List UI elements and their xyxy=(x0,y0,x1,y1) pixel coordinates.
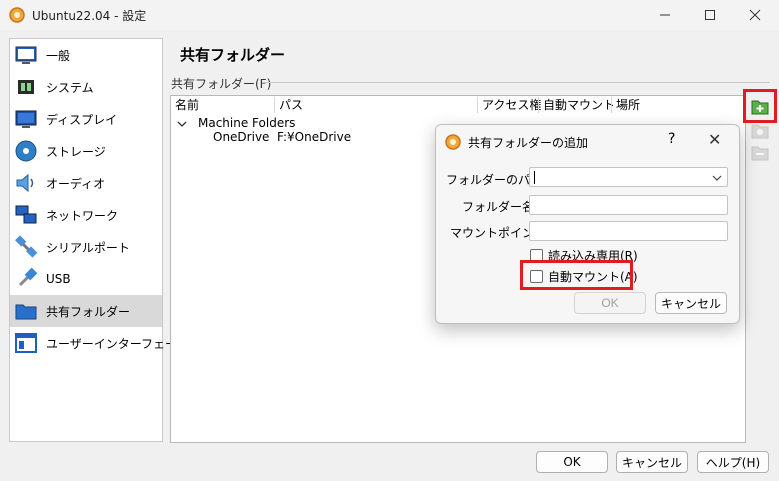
dialog-cancel-button[interactable]: キャンセル xyxy=(655,292,727,314)
folder-path-input[interactable] xyxy=(530,168,727,186)
help-button[interactable]: ヘルプ(H) xyxy=(697,451,769,473)
virtualbox-gear-icon xyxy=(445,134,461,150)
system-chip-icon xyxy=(18,80,34,94)
help-icon[interactable]: ? xyxy=(668,131,675,147)
serial-port-icon xyxy=(15,235,38,258)
remove-shared-folder-icon[interactable] xyxy=(750,142,770,162)
storage-disc-icon xyxy=(15,140,37,162)
close-icon xyxy=(749,9,761,21)
folder-path-combobox[interactable] xyxy=(529,167,728,187)
sidebar-item-serial-port[interactable]: シリアルポート xyxy=(10,231,162,263)
folder-name-input[interactable] xyxy=(530,196,727,214)
sidebar-item-label: USB xyxy=(46,272,71,286)
maximize-icon xyxy=(705,10,715,20)
sidebar-item-label: 共有フォルダー xyxy=(46,304,131,319)
network-icon xyxy=(15,205,37,224)
sidebar-item-display[interactable]: ディスプレイ xyxy=(10,103,162,135)
column-header-automount[interactable]: 自動マウント xyxy=(539,96,615,114)
folder-name-field[interactable] xyxy=(529,195,728,215)
tree-group-machine-folders[interactable]: Machine Folders xyxy=(198,116,295,130)
maximize-button[interactable] xyxy=(690,0,730,30)
shared-folder-icon xyxy=(15,304,37,320)
sidebar-item-label: 一般 xyxy=(46,48,71,63)
settings-sidebar: 一般 システム ディスプレイ ストレージ オーディオ ネットワーク シリアルポー… xyxy=(9,38,188,442)
highlight-automount xyxy=(520,260,633,290)
user-interface-icon xyxy=(15,333,37,353)
edit-shared-folder-icon[interactable] xyxy=(750,120,770,140)
sidebar-item-label: システム xyxy=(46,80,94,95)
sidebar-item-user-interface[interactable]: ユーザーインターフェース xyxy=(10,327,188,359)
group-divider xyxy=(262,82,770,83)
sidebar-item-label: シリアルポート xyxy=(46,240,130,255)
cancel-button[interactable]: キャンセル xyxy=(616,451,688,473)
column-header-name[interactable]: 名前 xyxy=(171,96,199,114)
ok-button[interactable]: OK xyxy=(536,451,608,473)
sidebar-item-system[interactable]: システム xyxy=(10,71,162,103)
mount-point-field[interactable] xyxy=(529,221,728,241)
sidebar-item-usb[interactable]: USB xyxy=(10,263,162,295)
text-cursor xyxy=(534,171,535,184)
highlight-add-folder xyxy=(743,89,777,123)
title-bar: Ubuntu22.04 - 設定 xyxy=(0,0,779,30)
minimize-icon xyxy=(660,14,670,16)
column-header-path[interactable]: パス xyxy=(275,96,303,114)
column-header-location[interactable]: 場所 xyxy=(612,96,640,114)
dialog-ok-button[interactable]: OK xyxy=(574,292,646,314)
window-title: Ubuntu22.04 - 設定 xyxy=(32,9,147,23)
display-monitor-icon xyxy=(15,110,37,128)
row-name: OneDrive xyxy=(213,130,270,144)
chevron-down-icon[interactable] xyxy=(711,172,723,184)
sidebar-item-label: ストレージ xyxy=(46,144,106,159)
close-icon[interactable]: ✕ xyxy=(708,130,721,149)
add-shared-folder-dialog: 共有フォルダーの追加 ? ✕ フォルダーのパス: フォルダー名: マウントポイン… xyxy=(435,124,740,324)
sidebar-item-general[interactable]: 一般 xyxy=(10,39,162,71)
sidebar-item-label: ネットワーク xyxy=(46,208,119,223)
sidebar-item-label: ディスプレイ xyxy=(46,112,118,127)
general-monitor-icon xyxy=(15,46,37,64)
sidebar-item-network[interactable]: ネットワーク xyxy=(10,199,162,231)
mount-point-input[interactable] xyxy=(530,222,727,240)
folder-name-label: フォルダー名: xyxy=(462,200,539,214)
shared-folders-group-label: 共有フォルダー(F) xyxy=(171,77,272,91)
sidebar-item-label: オーディオ xyxy=(46,176,106,191)
close-window-button[interactable] xyxy=(735,0,775,30)
sidebar-item-audio[interactable]: オーディオ xyxy=(10,167,162,199)
usb-icon xyxy=(18,267,38,287)
audio-speaker-icon xyxy=(16,173,34,193)
dialog-title: 共有フォルダーの追加 xyxy=(468,136,589,150)
sidebar-item-storage[interactable]: ストレージ xyxy=(10,135,162,167)
page-title: 共有フォルダー xyxy=(180,46,286,64)
row-path: F:¥OneDrive xyxy=(277,130,352,144)
sidebar-item-shared-folders[interactable]: 共有フォルダー xyxy=(10,295,162,327)
chevron-down-icon[interactable] xyxy=(177,119,187,129)
column-header-access[interactable]: アクセス権 xyxy=(478,96,541,114)
sidebar-item-label: ユーザーインターフェース xyxy=(46,336,189,351)
minimize-button[interactable] xyxy=(645,0,685,30)
virtualbox-gear-icon xyxy=(9,7,25,23)
